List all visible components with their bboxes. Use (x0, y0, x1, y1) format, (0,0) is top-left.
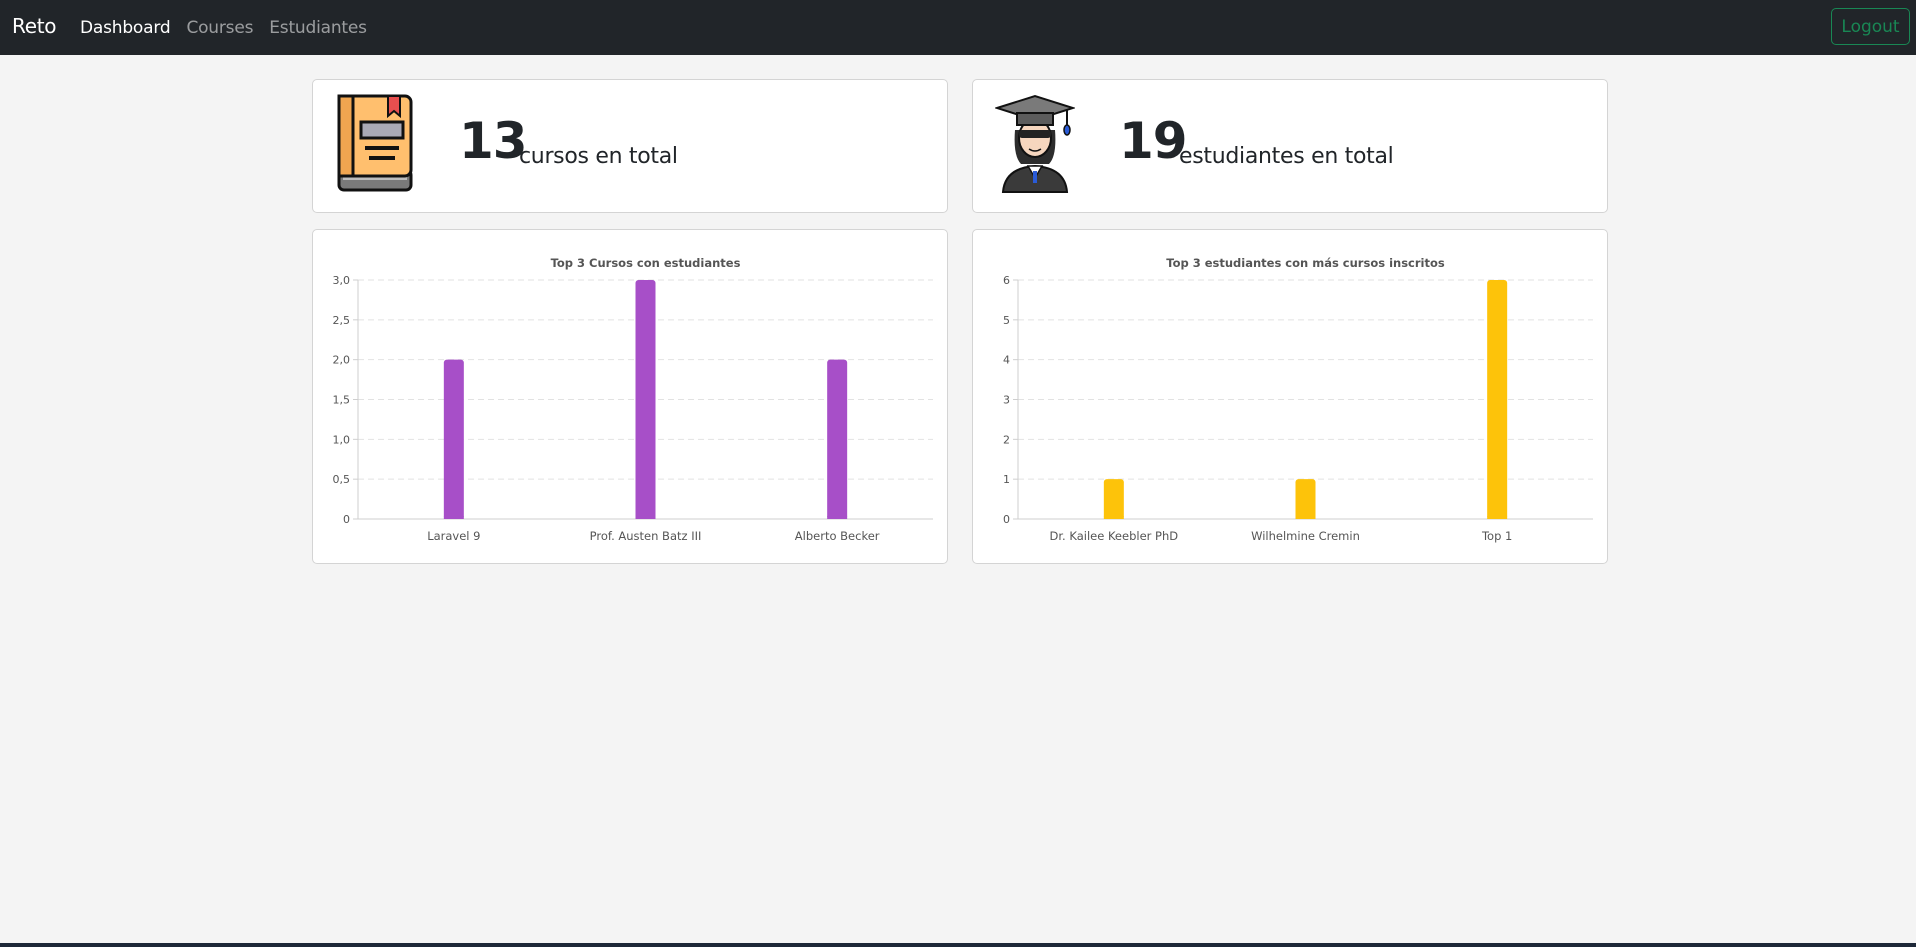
bar[interactable] (1295, 479, 1316, 519)
students-label: estudiantes en total (1179, 144, 1394, 169)
courses-stat-card: 13 cursos en total (312, 79, 948, 213)
y-tick-label: 1 (1003, 473, 1010, 486)
chart-title: Top 3 estudiantes con más cursos inscrit… (1166, 256, 1445, 270)
y-tick-label: 1,5 (333, 394, 351, 407)
bar-base (1103, 516, 1124, 519)
bar[interactable] (1103, 479, 1124, 519)
bar[interactable] (827, 359, 848, 519)
nav-link-estudiantes[interactable]: Estudiantes (269, 18, 367, 38)
chart-title: Top 3 Cursos con estudiantes (551, 256, 741, 270)
graduate-student-icon (995, 94, 1075, 193)
y-tick-label: 2 (1003, 433, 1010, 446)
x-tick-label: Alberto Becker (795, 529, 880, 543)
x-tick-label: Laravel 9 (427, 529, 480, 543)
courses-label: cursos en total (519, 144, 678, 169)
students-count: 19 (1119, 112, 1188, 170)
courses-count: 13 (459, 112, 528, 170)
y-tick-label: 0,5 (333, 473, 351, 486)
nav-links: Dashboard Courses Estudiantes (80, 0, 367, 55)
y-tick-label: 2,0 (333, 354, 351, 367)
y-tick-label: 0 (343, 513, 350, 526)
window-bottom-edge (0, 943, 1916, 947)
bar[interactable] (635, 280, 656, 519)
y-tick-label: 3,0 (333, 274, 351, 287)
courses-bar-chart: Top 3 Cursos con estudiantes 0 0,5 1,0 1,5 2,… (333, 256, 933, 543)
bar-base (1487, 516, 1508, 519)
y-tick-label: 2,5 (333, 314, 351, 327)
students-chart-card: Top 3 estudiantes con más cursos inscrit… (972, 229, 1608, 564)
bar-base (1295, 516, 1316, 519)
bar[interactable] (1487, 280, 1508, 519)
students-bar-chart: Top 3 estudiantes con más cursos inscrit… (1003, 256, 1593, 543)
y-tick-label: 3 (1003, 394, 1010, 407)
bar-base (827, 516, 848, 519)
x-tick-label: Prof. Austen Batz III (590, 529, 702, 543)
y-tick-label: 1,0 (333, 433, 351, 446)
bar-base (443, 516, 464, 519)
y-tick-label: 5 (1003, 314, 1010, 327)
students-stat-card: 19 estudiantes en total (972, 79, 1608, 213)
bar-base (635, 516, 656, 519)
nav-link-dashboard[interactable]: Dashboard (80, 18, 171, 38)
x-tick-label: Top 1 (1481, 529, 1512, 543)
bar[interactable] (443, 359, 464, 519)
y-tick-label: 0 (1003, 513, 1010, 526)
courses-chart-card: Top 3 Cursos con estudiantes 0 0,5 1,0 1,5 2,… (312, 229, 948, 564)
y-tick-label: 6 (1003, 274, 1010, 287)
book-icon (337, 94, 413, 192)
brand-logo[interactable]: Reto (12, 14, 56, 38)
x-tick-label: Dr. Kailee Keebler PhD (1050, 529, 1179, 543)
logout-button[interactable]: Logout (1831, 8, 1910, 45)
x-tick-label: Wilhelmine Cremin (1251, 529, 1360, 543)
y-tick-label: 4 (1003, 354, 1010, 367)
navbar: Reto Dashboard Courses Estudiantes Logou… (0, 0, 1916, 55)
nav-link-courses[interactable]: Courses (186, 18, 253, 38)
